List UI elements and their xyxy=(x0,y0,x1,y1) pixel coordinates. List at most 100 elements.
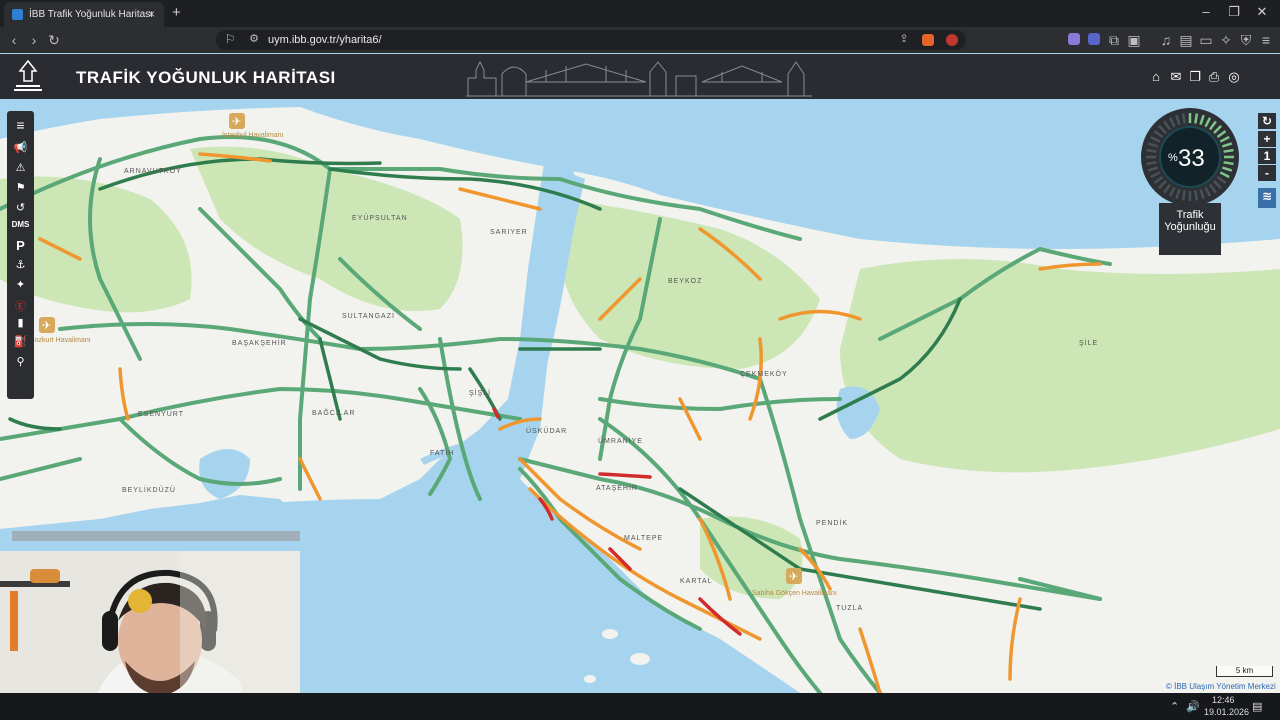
gauge-label-line2: Yoğunluğu xyxy=(1164,221,1216,233)
place-label: MALTEPE xyxy=(624,535,663,542)
close-window-icon[interactable]: ✕ xyxy=(1252,4,1272,20)
pin-icon[interactable]: ✦ xyxy=(7,278,34,291)
volume-icon[interactable]: 🔊 xyxy=(1186,700,1200,713)
place-label: BAŞAKŞEHİR xyxy=(232,338,287,347)
new-tab-button[interactable]: + xyxy=(172,4,181,21)
airport-label: İstanbul Havalimanı xyxy=(222,132,284,139)
gauge-label: Trafik Yoğunluğu xyxy=(1159,203,1221,255)
layers-icon[interactable]: ≋ xyxy=(1258,188,1276,208)
browser-nav-bar: ‹ › ↻ ⚐ ⚙ uym.ibb.gov.tr/yharita6/ ⇪ ⧉ ▣… xyxy=(0,27,1280,53)
place-label: ŞİŞLİ xyxy=(469,388,491,397)
forward-icon[interactable]: › xyxy=(26,32,42,48)
island xyxy=(602,629,618,639)
place-label: ÜSKÜDAR xyxy=(526,427,567,435)
gauge-tick xyxy=(1181,113,1186,124)
menu-icon[interactable]: ≡ xyxy=(7,117,34,133)
gauge-tick xyxy=(1223,148,1234,153)
gauge-prefix: % xyxy=(1168,152,1178,164)
leo-icon[interactable]: ✧ xyxy=(1218,32,1234,49)
place-label: KARTAL xyxy=(680,578,713,585)
parking-button[interactable]: P xyxy=(7,238,34,253)
svg-text:✈: ✈ xyxy=(232,116,241,128)
ev-charge-icon[interactable]: Ⓔ xyxy=(7,298,34,314)
wallet-extension-icon[interactable] xyxy=(1088,33,1100,45)
announcement-icon[interactable]: 📢 xyxy=(7,141,34,154)
ibb-logo[interactable] xyxy=(8,57,48,97)
skyline-illustration xyxy=(466,60,812,97)
flag-icon[interactable]: ⚑ xyxy=(7,181,34,194)
anchor-icon[interactable]: ⚓ xyxy=(7,258,34,271)
mail-icon[interactable]: ✉ xyxy=(1168,69,1184,85)
home-icon[interactable]: ⌂ xyxy=(1148,69,1164,84)
zoom-out-button[interactable]: - xyxy=(1258,165,1276,181)
place-label: SARIYER xyxy=(490,229,528,236)
restore-icon[interactable]: ❐ xyxy=(1224,4,1244,20)
notifications-icon[interactable]: ▤ xyxy=(1252,700,1262,713)
incident-icon[interactable]: ⚠ xyxy=(7,161,34,174)
gauge-tick xyxy=(1146,148,1157,153)
place-label: BEYLİKDÜZÜ xyxy=(122,485,176,494)
place-label: ÜMRANİYE xyxy=(598,436,643,445)
loading-bar xyxy=(12,531,300,541)
sidebar-icon[interactable]: ▤ xyxy=(1178,32,1194,49)
brave-shield-icon[interactable] xyxy=(922,34,934,46)
attribution-link[interactable]: © İBB Ulaşım Yönetim Merkezi xyxy=(1166,682,1276,691)
airport-label: Bozkurt Havalimanı xyxy=(30,337,91,344)
place-label: ATAŞEHİR xyxy=(596,483,638,492)
url-text[interactable]: uym.ibb.gov.tr/yharita6/ xyxy=(268,34,382,46)
zoom-level[interactable]: 1 xyxy=(1258,148,1276,164)
svg-text:✈: ✈ xyxy=(789,571,798,583)
place-label: EYÜPSULTAN xyxy=(352,214,408,222)
history-icon[interactable]: ↺ xyxy=(7,201,34,214)
site-header: TRAFİK YOĞUNLUK HARİTASI ⌂ ✉ ❐ ⎙ ◎ xyxy=(0,54,1280,99)
fuel-icon[interactable]: ⛽ xyxy=(7,335,34,348)
address-bar[interactable]: ⚐ ⚙ uym.ibb.gov.tr/yharita6/ ⇪ xyxy=(216,30,966,50)
place-label: BAĞCILAR xyxy=(312,408,355,417)
tray-chevron-icon[interactable]: ⌃ xyxy=(1170,700,1179,713)
place-label: BEYKOZ xyxy=(668,278,702,285)
site-info-icon[interactable]: ⚙ xyxy=(246,32,262,45)
language-globe-icon[interactable]: ◎ xyxy=(1226,69,1242,85)
ibb-favicon-icon xyxy=(12,9,23,20)
windows-taskbar: ⌃ 🔊 12:46 19.01.2026 ▤ xyxy=(0,693,1280,720)
gauge-tick xyxy=(1146,161,1157,166)
map-scale: 5 km xyxy=(1216,666,1273,677)
vpn-icon[interactable]: ⛨ xyxy=(1238,32,1254,49)
wallet-icon[interactable]: ▭ xyxy=(1198,32,1214,49)
svg-text:✈: ✈ xyxy=(42,320,51,332)
back-icon[interactable]: ‹ xyxy=(6,32,22,48)
bookmark-icon[interactable]: ⚐ xyxy=(222,32,238,46)
map-toolbar: ≡ 📢 ⚠ ⚑ ↺ DMS P ⚓ ✦ Ⓔ ▮ ⛽ ⚲ xyxy=(7,111,34,399)
island xyxy=(630,653,650,665)
windows-icon[interactable]: ❐ xyxy=(1187,69,1203,85)
print-icon[interactable]: ⎙ xyxy=(1206,69,1222,85)
share-icon[interactable]: ⇪ xyxy=(896,32,912,45)
clock-time[interactable]: 12:46 xyxy=(1212,695,1235,705)
place-label: FATİH xyxy=(430,448,454,457)
page-title: TRAFİK YOĞUNLUK HARİTASI xyxy=(76,68,336,87)
refresh-button[interactable]: ↻ xyxy=(1258,113,1276,129)
bicycle-icon[interactable]: ⚲ xyxy=(7,355,34,368)
gauge-tick xyxy=(1194,113,1199,124)
place-label: ARNAVUTKÖY xyxy=(124,167,182,175)
reload-icon[interactable]: ↻ xyxy=(46,32,62,49)
extensions-icon[interactable]: ⧉ xyxy=(1106,32,1122,49)
place-label: PENDİK xyxy=(816,518,848,527)
clock-date[interactable]: 19.01.2026 xyxy=(1204,707,1249,717)
browser-tab[interactable]: İBB Trafik Yoğunluk Haritası × xyxy=(4,2,164,27)
close-tab-icon[interactable]: × xyxy=(148,7,155,21)
browser-tab-bar: İBB Trafik Yoğunluk Haritası × + – ❐ ✕ xyxy=(0,0,1280,27)
rewards-icon[interactable] xyxy=(946,34,958,46)
gauge-tick xyxy=(1223,161,1234,166)
menu-icon[interactable]: ≡ xyxy=(1258,32,1274,48)
traffic-light-icon[interactable]: ▮ xyxy=(7,316,34,329)
gauge-label-line1: Trafik xyxy=(1176,209,1204,221)
extension-icon[interactable] xyxy=(1068,33,1080,45)
dms-button[interactable]: DMS xyxy=(7,220,34,229)
zoom-in-button[interactable]: + xyxy=(1258,131,1276,147)
media-icon[interactable]: ♫ xyxy=(1158,32,1174,48)
screenshot-icon[interactable]: ▣ xyxy=(1126,32,1142,49)
traffic-density-gauge: % 33 xyxy=(1141,108,1239,206)
minimize-icon[interactable]: – xyxy=(1196,4,1216,19)
place-label: TUZLA xyxy=(836,605,863,612)
